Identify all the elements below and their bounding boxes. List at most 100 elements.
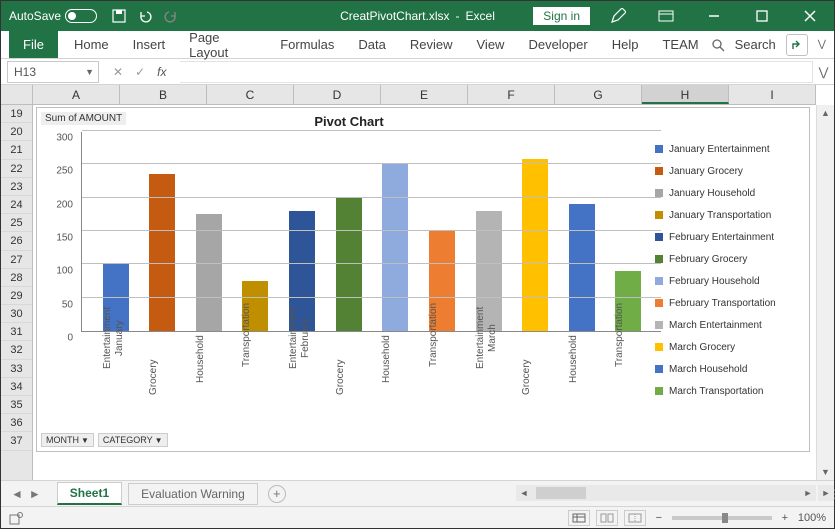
tab-help[interactable]: Help [600, 31, 651, 58]
page-break-view-button[interactable] [624, 510, 646, 526]
cancel-icon[interactable]: ✕ [113, 65, 123, 79]
row-header-28[interactable]: 28 [1, 269, 32, 287]
legend-item[interactable]: March Household [655, 358, 801, 380]
tab-nav-prev-icon[interactable]: ◄ [11, 487, 23, 501]
row-header-21[interactable]: 21 [1, 141, 32, 159]
autosave-toggle[interactable] [65, 9, 97, 23]
bar[interactable] [569, 204, 595, 331]
redo-icon[interactable] [163, 8, 179, 24]
minimize-button[interactable] [694, 1, 734, 31]
formula-expand-icon[interactable]: ⋁ [812, 61, 834, 83]
tab-team[interactable]: TEAM [650, 31, 710, 58]
scroll-split-icon[interactable]: ► [818, 485, 834, 501]
bar[interactable] [522, 159, 548, 331]
zoom-slider[interactable] [672, 516, 772, 520]
tab-insert[interactable]: Insert [121, 31, 178, 58]
column-header-H[interactable]: H [642, 85, 729, 104]
autosave-control[interactable]: AutoSave [1, 9, 105, 23]
pivot-month-filter[interactable]: MONTH▼ [41, 433, 94, 447]
search-icon[interactable] [711, 38, 725, 52]
row-header-30[interactable]: 30 [1, 305, 32, 323]
bar[interactable] [149, 174, 175, 331]
pen-icon[interactable] [598, 1, 638, 31]
column-header-I[interactable]: I [729, 85, 816, 104]
zoom-in-button[interactable]: + [778, 512, 792, 524]
row-header-33[interactable]: 33 [1, 360, 32, 378]
row-header-20[interactable]: 20 [1, 123, 32, 141]
legend-item[interactable]: February Entertainment [655, 226, 801, 248]
formula-input[interactable] [180, 61, 812, 83]
tab-file[interactable]: File [9, 31, 58, 58]
select-all-corner[interactable] [1, 85, 33, 105]
tab-page-layout[interactable]: Page Layout [177, 31, 268, 58]
row-header-27[interactable]: 27 [1, 251, 32, 269]
legend-item[interactable]: March Transportation [655, 380, 801, 402]
share-button[interactable] [786, 34, 808, 56]
pivot-chart-object[interactable]: Sum of AMOUNT Pivot Chart 05010015020025… [36, 107, 810, 452]
legend-item[interactable]: January Transportation [655, 204, 801, 226]
zoom-value[interactable]: 100% [798, 512, 826, 524]
sheet-tab-evaluation[interactable]: Evaluation Warning [128, 483, 258, 505]
page-layout-view-button[interactable] [596, 510, 618, 526]
row-header-24[interactable]: 24 [1, 196, 32, 214]
row-header-22[interactable]: 22 [1, 160, 32, 178]
row-header-26[interactable]: 26 [1, 232, 32, 250]
legend-item[interactable]: February Grocery [655, 248, 801, 270]
legend-item[interactable]: January Grocery [655, 160, 801, 182]
pivot-category-filter[interactable]: CATEGORY▼ [98, 433, 168, 447]
normal-view-button[interactable] [568, 510, 590, 526]
scroll-right-icon[interactable]: ► [800, 488, 816, 498]
search-label[interactable]: Search [735, 37, 776, 52]
tab-data[interactable]: Data [346, 31, 397, 58]
row-header-19[interactable]: 19 [1, 105, 32, 123]
bar[interactable] [196, 214, 222, 331]
new-sheet-button[interactable]: + [268, 485, 286, 503]
row-header-32[interactable]: 32 [1, 341, 32, 359]
row-header-35[interactable]: 35 [1, 396, 32, 414]
tab-developer[interactable]: Developer [516, 31, 599, 58]
row-header-25[interactable]: 25 [1, 214, 32, 232]
column-header-D[interactable]: D [294, 85, 381, 104]
macro-record-icon[interactable] [9, 511, 23, 525]
legend-item[interactable]: January Entertainment [655, 138, 801, 160]
row-header-34[interactable]: 34 [1, 378, 32, 396]
scroll-left-icon[interactable]: ◄ [516, 488, 532, 498]
legend-item[interactable]: January Household [655, 182, 801, 204]
tab-home[interactable]: Home [62, 31, 121, 58]
column-header-G[interactable]: G [555, 85, 642, 104]
legend-item[interactable]: March Grocery [655, 336, 801, 358]
enter-icon[interactable]: ✓ [135, 65, 145, 79]
row-header-23[interactable]: 23 [1, 178, 32, 196]
sheet-tab-sheet1[interactable]: Sheet1 [57, 482, 122, 505]
name-box[interactable]: H13 ▼ [7, 61, 99, 83]
column-header-E[interactable]: E [381, 85, 468, 104]
scroll-up-icon[interactable]: ▲ [817, 105, 834, 121]
undo-icon[interactable] [137, 8, 153, 24]
close-button[interactable] [790, 1, 830, 31]
save-icon[interactable] [111, 8, 127, 24]
ribbon-mode-icon[interactable] [646, 1, 686, 31]
row-header-37[interactable]: 37 [1, 432, 32, 450]
chevron-down-icon[interactable]: ▼ [85, 67, 94, 77]
vertical-scrollbar[interactable]: ▲ ▼ [816, 105, 834, 480]
grid-canvas[interactable]: Sum of AMOUNT Pivot Chart 05010015020025… [33, 105, 816, 480]
column-header-F[interactable]: F [468, 85, 555, 104]
scroll-thumb[interactable] [536, 487, 586, 499]
legend-item[interactable]: March Entertainment [655, 314, 801, 336]
tab-review[interactable]: Review [398, 31, 465, 58]
row-header-36[interactable]: 36 [1, 414, 32, 432]
column-header-A[interactable]: A [33, 85, 120, 104]
row-header-29[interactable]: 29 [1, 287, 32, 305]
fx-icon[interactable]: fx [157, 65, 166, 79]
horizontal-scrollbar[interactable]: ◄ ► [516, 485, 816, 501]
chart-legend[interactable]: January EntertainmentJanuary GroceryJanu… [655, 138, 801, 402]
ribbon-collapse-icon[interactable]: ⋁ [818, 39, 826, 50]
bar[interactable] [382, 164, 408, 331]
signin-button[interactable]: Sign in [533, 7, 590, 25]
column-header-C[interactable]: C [207, 85, 294, 104]
column-header-B[interactable]: B [120, 85, 207, 104]
row-header-31[interactable]: 31 [1, 323, 32, 341]
scroll-down-icon[interactable]: ▼ [817, 464, 834, 480]
legend-item[interactable]: February Transportation [655, 292, 801, 314]
tab-nav-next-icon[interactable]: ► [29, 487, 41, 501]
